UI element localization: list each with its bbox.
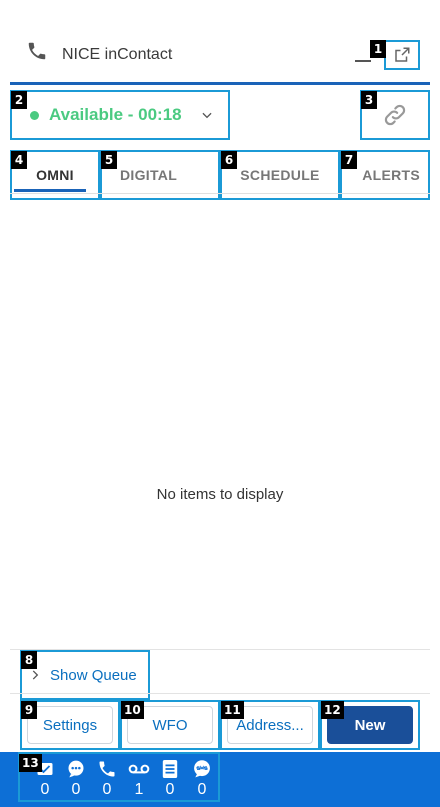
chevron-down-icon: [202, 112, 212, 119]
badge-4: 4: [11, 151, 27, 169]
chat-counter[interactable]: 0: [61, 758, 91, 800]
tabs-divider: [10, 193, 430, 194]
badge-9: 9: [21, 701, 37, 719]
badge-2: 2: [11, 91, 27, 109]
badge-11: 11: [221, 701, 244, 719]
badge-6: 6: [221, 151, 237, 169]
channel-counters[interactable]: 0 0 0 1 0 0: [18, 752, 220, 802]
work-item-icon: [162, 760, 178, 778]
divider: [10, 693, 430, 694]
link-icon: [384, 104, 406, 126]
status-dot-icon: [30, 110, 39, 120]
phone-counter[interactable]: 0: [92, 758, 122, 800]
agent-status-dropdown[interactable]: Available - 00:18: [10, 90, 230, 140]
status-label: Available - 00:18: [49, 105, 182, 124]
badge-10: 10: [121, 701, 144, 719]
badge-1: 1: [370, 40, 386, 58]
voicemail-counter[interactable]: 1: [124, 758, 154, 800]
sms-icon: [194, 760, 210, 778]
voicemail-icon: [128, 764, 150, 774]
work-item-counter[interactable]: 0: [155, 758, 185, 800]
chevron-right-icon: [32, 670, 39, 680]
header-divider: [10, 82, 430, 85]
phone-icon: [28, 42, 46, 60]
phone-icon: [99, 761, 115, 777]
chat-icon: [68, 760, 84, 778]
badge-12: 12: [321, 701, 344, 719]
external-link-icon: [395, 47, 410, 62]
popout-button[interactable]: [384, 40, 420, 70]
badge-3: 3: [361, 91, 377, 109]
sms-counter[interactable]: 0: [187, 758, 217, 800]
badge-8: 8: [21, 651, 37, 669]
app-title: NICE inContact: [62, 46, 173, 63]
badge-7: 7: [341, 151, 357, 169]
settings-label: Settings: [27, 706, 113, 744]
badge-5: 5: [101, 151, 117, 169]
show-queue-label: Show Queue: [50, 666, 137, 684]
empty-state-text: No items to display: [156, 486, 284, 503]
badge-13: 13: [19, 754, 42, 772]
